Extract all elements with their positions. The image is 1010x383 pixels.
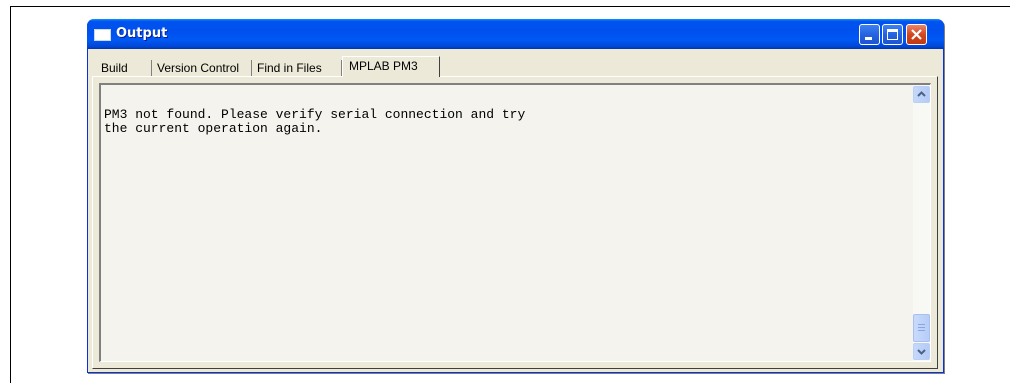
output-window: Output Build Version Control Find in Fil… [87, 19, 944, 373]
scroll-down-icon [917, 349, 926, 355]
output-text-area[interactable]: PM3 not found. Please verify serial conn… [99, 83, 931, 362]
title-bar[interactable]: Output [87, 19, 944, 49]
scroll-down-button[interactable] [913, 343, 930, 360]
tab-find-in-files[interactable]: Find in Files [252, 60, 342, 77]
output-line-1: PM3 not found. Please verify serial conn… [104, 107, 526, 122]
page: Output Build Version Control Find in Fil… [0, 0, 1010, 383]
maximize-button[interactable] [882, 24, 903, 45]
thumb-grip-line [918, 330, 925, 331]
output-text: PM3 not found. Please verify serial conn… [104, 108, 525, 136]
scroll-up-button[interactable] [913, 86, 930, 103]
window-title: Output [116, 26, 168, 41]
tab-version-control[interactable]: Version Control [152, 60, 252, 77]
close-icon [911, 29, 922, 40]
tab-panel: PM3 not found. Please verify serial conn… [92, 76, 938, 369]
scroll-up-icon [917, 91, 926, 97]
close-button[interactable] [906, 24, 927, 45]
vertical-scrollbar[interactable] [913, 85, 930, 361]
output-line-2: the current operation again. [104, 121, 323, 136]
thumb-grip-line [918, 324, 925, 325]
minimize-button[interactable] [859, 24, 880, 45]
minimize-icon [865, 37, 872, 40]
scroll-thumb[interactable] [913, 314, 930, 342]
tab-mplab-pm3[interactable]: MPLAB PM3 [342, 56, 440, 77]
tab-strip: Build Version Control Find in Files MPLA… [94, 55, 934, 77]
window-icon [94, 29, 111, 41]
maximize-icon [887, 29, 898, 40]
tab-build[interactable]: Build [96, 60, 152, 77]
thumb-grip-line [918, 327, 925, 328]
